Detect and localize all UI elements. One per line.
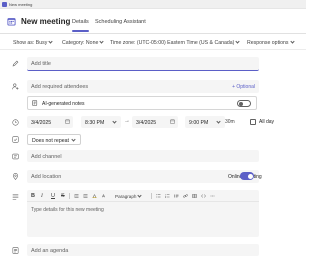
duration-label: 30m (225, 119, 235, 125)
clock-icon (12, 118, 19, 126)
repeat-dropdown[interactable]: Does not repeat (27, 134, 81, 145)
bold-button[interactable]: B (31, 193, 35, 199)
highlight-icon[interactable] (92, 194, 97, 198)
text-lines-icon (12, 194, 19, 200)
more-options-icon[interactable] (210, 194, 215, 198)
optional-attendees-link[interactable]: + Optional (232, 84, 255, 90)
category-label: Category: None (62, 39, 99, 46)
chevron-down-icon (289, 38, 295, 44)
details-editor[interactable]: B I U S Paragraph Type details for this … (27, 190, 259, 237)
toolbar-divider (151, 193, 152, 199)
ai-notes-toggle[interactable] (237, 100, 251, 107)
repeat-value: Does not repeat (32, 137, 69, 144)
calendar-icon (7, 18, 16, 26)
calendar-icon (65, 119, 70, 124)
channel-placeholder: Add channel (31, 153, 62, 160)
toolbar-divider (69, 193, 70, 199)
end-time-dropdown[interactable]: 9:00 PM (185, 116, 225, 128)
repeat-icon (12, 136, 19, 143)
increase-indent-icon[interactable] (83, 194, 88, 198)
category-dropdown[interactable]: Category: None (62, 38, 104, 46)
channel-icon (12, 153, 19, 159)
title-input[interactable]: Add title (27, 57, 259, 71)
window-titlebar: New meeting (0, 0, 306, 9)
ai-notes-label: AI-generated notes (42, 100, 85, 107)
bulleted-list-icon[interactable] (156, 194, 161, 198)
formatting-toolbar: B I U S Paragraph (27, 190, 259, 202)
title-placeholder: Add title (31, 61, 51, 67)
active-tab-indicator (72, 30, 89, 32)
agenda-icon (12, 246, 19, 254)
response-options-label: Response options (247, 39, 289, 46)
location-placeholder: Add location (31, 173, 62, 180)
meeting-header: New meeting Details Scheduling Assistant (0, 10, 306, 34)
chevron-down-icon (216, 119, 221, 124)
table-icon[interactable] (192, 194, 197, 198)
all-day-label: All day (259, 119, 275, 125)
channel-input[interactable]: Add channel (27, 150, 259, 162)
chevron-down-icon (71, 137, 76, 142)
end-date-picker[interactable]: 3/4/2025 (132, 116, 178, 128)
ai-notes-card: AI-generated notes (27, 96, 257, 110)
agenda-input[interactable]: Add an agenda (27, 244, 259, 256)
chevron-down-icon (112, 119, 117, 124)
start-date-picker[interactable]: 3/4/2025 (27, 116, 73, 128)
response-options-dropdown[interactable]: Response options (247, 38, 295, 46)
calendar-icon (170, 119, 175, 124)
tab-scheduling-assistant[interactable]: Scheduling Assistant (95, 19, 146, 25)
ai-notes-icon (32, 100, 38, 106)
chevron-down-icon (99, 38, 104, 44)
link-icon[interactable] (183, 194, 188, 198)
tab-details[interactable]: Details (72, 19, 89, 25)
window-title: New meeting (9, 1, 33, 7)
paragraph-style-label: Paragraph (115, 193, 137, 199)
all-day-checkbox[interactable] (250, 118, 256, 125)
location-icon (12, 173, 19, 180)
paragraph-style-dropdown[interactable]: Paragraph (115, 192, 143, 199)
start-time-dropdown[interactable]: 8:30 PM (81, 116, 121, 128)
teams-app-icon (2, 2, 7, 7)
people-add-icon (12, 83, 19, 90)
page-title: New meeting (21, 17, 71, 26)
quote-icon[interactable] (174, 194, 179, 198)
decrease-indent-icon[interactable] (74, 194, 79, 198)
editor-placeholder: Type details for this new meeting (31, 207, 104, 213)
attendees-input[interactable]: Add required attendees + Optional (27, 80, 259, 93)
arrow-right-icon: → (124, 118, 130, 124)
toggle-knob (247, 173, 253, 179)
strikethrough-button[interactable]: S (61, 193, 65, 199)
attendees-placeholder: Add required attendees (31, 83, 89, 90)
start-time-value: 8:30 PM (85, 119, 105, 126)
online-meeting-toggle[interactable] (240, 172, 254, 180)
numbered-list-icon[interactable] (165, 194, 170, 198)
show-as-label: Show as: Busy (13, 39, 48, 46)
time-zone-dropdown[interactable]: Time zone: (UTC-05:00) Eastern Time (US … (110, 38, 240, 46)
chevron-down-icon (137, 192, 143, 198)
end-time-value: 9:00 PM (189, 119, 209, 126)
italic-button[interactable]: I (41, 193, 43, 199)
chevron-down-icon (235, 38, 240, 44)
chevron-down-icon (48, 38, 53, 44)
start-date-value: 3/4/2025 (31, 119, 52, 126)
font-color-icon[interactable] (101, 194, 106, 198)
agenda-placeholder: Add an agenda (31, 247, 69, 254)
options-bar: Show as: Busy Category: None Time zone: … (0, 35, 306, 50)
end-date-value: 3/4/2025 (136, 119, 157, 126)
code-icon[interactable] (201, 194, 206, 198)
time-zone-label: Time zone: (UTC-05:00) Eastern Time (US … (110, 39, 235, 46)
underline-button[interactable]: U (51, 193, 55, 199)
pencil-icon (12, 60, 19, 67)
toggle-knob (239, 102, 243, 106)
location-input[interactable]: Add location (27, 170, 259, 183)
show-as-dropdown[interactable]: Show as: Busy (13, 38, 53, 46)
